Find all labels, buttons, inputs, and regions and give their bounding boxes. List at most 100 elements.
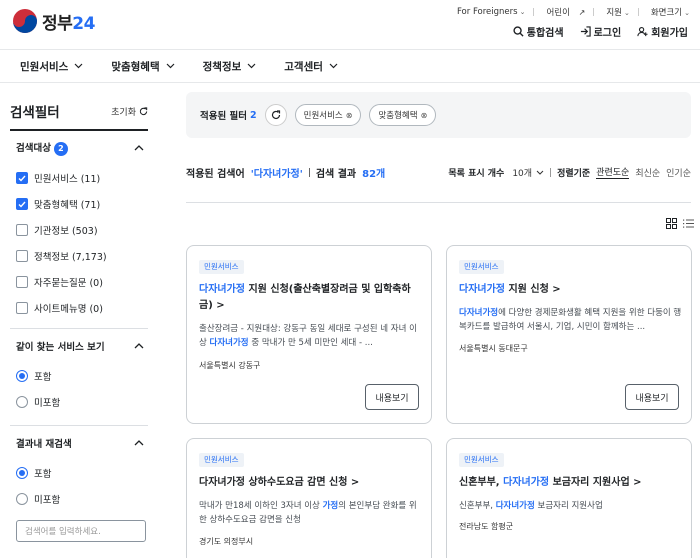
chevron-up-icon (134, 343, 144, 349)
sort-latest[interactable]: 최신순 (635, 166, 660, 179)
view-toggle (660, 218, 694, 229)
signup-button[interactable]: 회원가입 (637, 24, 688, 39)
checkbox-unchecked[interactable] (16, 276, 28, 288)
checkbox-menu[interactable]: 사이트메뉴명 (0) (10, 295, 148, 321)
card-description: 신혼부부, 다자녀가정 보금자리 지원사업 (459, 501, 603, 511)
result-summary: 적용된 검색어 '다자녀가정' 검색 결과 82개 목록 표시 개수 10개 정… (186, 164, 691, 180)
nav-item-support[interactable]: 고객센터 (284, 59, 338, 74)
category-tag: 민원서비스 (459, 260, 504, 274)
chevron-down-icon (536, 170, 544, 175)
result-card[interactable]: 민원서비스 다자녀가정 상하수도요금 감면 신청 > 막내가 만18세 이하인 … (186, 438, 432, 558)
card-title[interactable]: 신혼부부, 다자녀가정 보금자리 지원사업 > (459, 475, 684, 491)
filter-chip-benefits[interactable]: 맞춤형혜택 ⊗ (369, 104, 437, 126)
checkbox-civil[interactable]: 민원서비스 (11) (10, 165, 148, 191)
section-related-services[interactable]: 같이 찾는 서비스 보기 (10, 329, 148, 363)
search-icon (513, 26, 524, 37)
sidebar-title: 검색필터 (10, 105, 60, 121)
chevron-down-icon (74, 63, 83, 69)
radio-research-include[interactable]: 포함 (10, 460, 148, 486)
radio-related-exclude[interactable]: 미포함 (10, 389, 148, 415)
user-add-icon (637, 27, 648, 37)
card-title[interactable]: 다자녀가정 상하수도요금 감면 신청 > (199, 475, 424, 491)
radio-related-include[interactable]: 포함 (10, 363, 148, 389)
card-title[interactable]: 다자녀가정 지원 신청 > (459, 282, 684, 298)
radio-selected[interactable] (16, 370, 28, 382)
checkbox-faq[interactable]: 자주묻는질문 (0) (10, 269, 148, 295)
grid-view-icon[interactable] (666, 218, 677, 229)
refresh-icon (139, 106, 148, 115)
applied-filter-bar: 적용된 필터 2 민원서비스 ⊗ 맞춤형혜택 ⊗ (186, 92, 691, 138)
radio-unselected[interactable] (16, 493, 28, 505)
login-button[interactable]: 로그인 (580, 24, 621, 39)
radio-research-exclude[interactable]: 미포함 (10, 486, 148, 512)
card-region: 경기도 의정부시 (199, 537, 254, 546)
result-card[interactable]: 민원서비스 신혼부부, 다자녀가정 보금자리 지원사업 > 신혼부부, 다자녀가… (446, 438, 692, 558)
divider (593, 8, 595, 16)
card-description: 출산장려금 - 지원대상: 강동구 동일 세대로 구성된 네 자녀 이상 다자녀… (199, 324, 417, 348)
card-title[interactable]: 다자녀가정 지원 신청(출산축별장려금 및 입학축하금) > (199, 282, 424, 314)
result-count: 82개 (362, 168, 386, 180)
region-select[interactable]: 지원 ⌄ (600, 6, 630, 18)
remove-chip-icon[interactable]: ⊗ (421, 111, 428, 120)
nav-item-benefits[interactable]: 맞춤형혜택 (111, 59, 175, 74)
search-keyword: '다자녀가정' (250, 168, 303, 180)
chevron-down-icon (329, 63, 338, 69)
header-actions: 통합검색 로그인 회원가입 (497, 24, 688, 39)
zoom-select[interactable]: 화면크기 ⌄ (645, 6, 690, 18)
sidebar-header: 검색필터 초기화 (10, 100, 148, 122)
chevron-up-icon (134, 440, 144, 446)
utility-menu: For Foreigners ⌄ 어린이 ↗ 지원 ⌄ 화면크기 ⌄ (445, 6, 690, 18)
radio-selected[interactable] (16, 467, 28, 479)
divider (533, 8, 535, 16)
reset-filter-button[interactable]: 초기화 (111, 105, 148, 118)
section-search-target[interactable]: 검색대상 2 (10, 131, 148, 165)
sort-popular[interactable]: 인기순 (666, 166, 691, 179)
category-tag: 민원서비스 (199, 260, 244, 274)
checkbox-benefits[interactable]: 맞춤형혜택 (71) (10, 191, 148, 217)
checkbox-checked[interactable] (16, 172, 28, 184)
remove-chip-icon[interactable]: ⊗ (346, 111, 353, 120)
search-button[interactable]: 통합검색 (513, 24, 564, 39)
result-card[interactable]: 민원서비스 다자녀가정 지원 신청 > 다자녀가정에 다양한 경제문화생활 혜택… (446, 245, 692, 424)
divider (637, 8, 639, 16)
list-controls: 목록 표시 개수 10개 정렬기준 관련도순 최신순 인기순 (448, 165, 691, 179)
card-description: 막내가 만18세 이하인 3자녀 이상 가정의 본인부담 완화를 위한 상하수도… (199, 501, 417, 525)
list-view-icon[interactable] (683, 218, 694, 229)
divider (186, 202, 691, 203)
per-page-select[interactable]: 10개 (512, 166, 544, 179)
refresh-icon (271, 110, 280, 120)
chevron-up-icon (134, 145, 144, 151)
checkbox-checked[interactable] (16, 198, 28, 210)
result-card[interactable]: 민원서비스 다자녀가정 지원 신청(출산축별장려금 및 입학축하금) > 출산장… (186, 245, 432, 424)
research-input[interactable]: 검색어를 입력하세요. (16, 520, 146, 542)
card-region: 전라남도 함평군 (459, 522, 514, 531)
easy-version-link[interactable]: 어린이 ↗ (540, 6, 585, 18)
checkbox-unchecked[interactable] (16, 302, 28, 314)
nav-item-policy[interactable]: 정책정보 (203, 59, 257, 74)
checkbox-unchecked[interactable] (16, 224, 28, 236)
category-tag: 민원서비스 (199, 453, 244, 467)
card-region: 서울특별시 강동구 (199, 361, 261, 370)
external-link-icon: ↗ (578, 8, 586, 17)
card-region: 서울특별시 동대문구 (459, 344, 528, 353)
logo-text: 정부24 (42, 13, 95, 34)
taegeuk-icon (13, 9, 37, 33)
checkbox-agency[interactable]: 기관정보 (503) (10, 217, 148, 243)
nav-item-civil[interactable]: 민원서비스 (20, 59, 83, 74)
for-foreigners-link[interactable]: For Foreigners ⌄ (451, 7, 525, 17)
card-description: 다자녀가정에 다양한 경제문화생활 혜택 지원을 위한 다둥이 행복카드를 발급… (459, 308, 682, 332)
chevron-down-icon (166, 63, 175, 69)
gov24-logo[interactable]: 정부24 (12, 8, 95, 34)
section-research[interactable]: 결과내 재검색 (10, 426, 148, 460)
checkbox-policy[interactable]: 정책정보 (7,173) (10, 243, 148, 269)
top-header: 정부24 For Foreigners ⌄ 어린이 ↗ 지원 ⌄ 화면크기 ⌄ 통합검… (0, 0, 700, 50)
sort-relevance[interactable]: 관련도순 (596, 165, 630, 179)
view-detail-button[interactable]: 내용보기 (365, 384, 419, 410)
radio-unselected[interactable] (16, 396, 28, 408)
filter-sidebar: 검색필터 초기화 검색대상 2 민원서비스 (11) 맞춤형혜택 (71) 기관정… (10, 100, 148, 542)
filter-chip-civil[interactable]: 민원서비스 ⊗ (294, 104, 362, 126)
applied-filter-count: 2 (250, 109, 257, 121)
view-detail-button[interactable]: 내용보기 (625, 384, 679, 410)
reset-filters-button[interactable] (264, 104, 287, 126)
checkbox-unchecked[interactable] (16, 250, 28, 262)
